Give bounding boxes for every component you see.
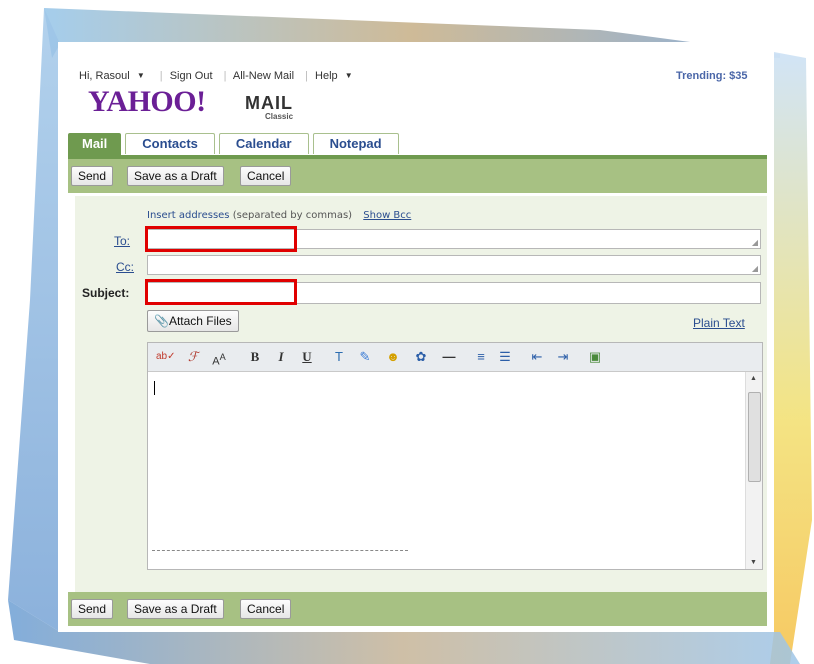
scroll-thumb[interactable]	[748, 392, 761, 482]
italic-icon[interactable]: I	[272, 348, 290, 366]
tab-mail[interactable]: Mail	[68, 133, 122, 156]
insert-image-icon[interactable]: ▣	[586, 348, 604, 366]
signature-separator	[152, 550, 408, 551]
subject-label: Subject:	[82, 286, 130, 300]
hint-separator-text: (separated by commas)	[232, 210, 353, 221]
show-bcc-link[interactable]: Show Bcc	[363, 210, 411, 221]
trending-link[interactable]: Trending: $35	[676, 70, 748, 82]
editor-scrollbar[interactable]: ▲ ▼	[745, 372, 762, 569]
paperclip-icon: 📎	[154, 314, 169, 328]
indent-icon[interactable]: ⇥	[554, 348, 572, 366]
sign-out-link[interactable]: Sign Out	[170, 70, 213, 82]
send-button[interactable]: Send	[71, 599, 114, 619]
bullet-list-icon[interactable]: ☰	[496, 348, 514, 366]
scroll-down-icon[interactable]: ▼	[750, 559, 757, 566]
stationery-icon[interactable]: ✿	[412, 348, 430, 366]
attach-files-button[interactable]: 📎Attach Files	[147, 310, 239, 332]
to-label[interactable]: To:	[114, 234, 130, 248]
cc-field[interactable]: ◢	[147, 255, 761, 275]
compose-toolbar-top: Send Save as a Draft Cancel	[68, 159, 767, 193]
address-hint: Insert addresses (separated by commas) S…	[147, 210, 411, 221]
compose-toolbar-bottom: Send Save as a Draft Cancel	[68, 592, 767, 626]
top-links-bar: Hi, Rasoul ▼ | Sign Out | All-New Mail |…	[79, 70, 361, 82]
editor-toolbar: ab✓ ℱ AA B I U T ✎ ☻ ✿ — ≡ ☰ ⇤ ⇥ ▣	[148, 343, 762, 372]
emoticon-icon[interactable]: ☻	[384, 348, 402, 366]
font-size-icon[interactable]: AA	[210, 348, 228, 368]
message-editor[interactable]: ab✓ ℱ AA B I U T ✎ ☻ ✿ — ≡ ☰ ⇤ ⇥ ▣ ▲ ▼	[147, 342, 763, 570]
subject-highlight-box	[145, 279, 297, 305]
plain-text-link[interactable]: Plain Text	[693, 316, 745, 330]
all-new-mail-link[interactable]: All-New Mail	[233, 70, 294, 82]
save-draft-button[interactable]: Save as a Draft	[127, 166, 224, 186]
greeting-menu[interactable]: Hi, Rasoul ▼	[79, 70, 149, 82]
yahoo-logo[interactable]: YAHOO!	[88, 87, 206, 117]
text-cursor	[154, 381, 155, 395]
resize-grip-icon[interactable]: ◢	[752, 238, 758, 247]
to-highlight-box	[145, 226, 297, 252]
cancel-button[interactable]: Cancel	[240, 166, 292, 186]
tab-calendar[interactable]: Calendar	[218, 133, 309, 154]
cancel-button[interactable]: Cancel	[240, 599, 292, 619]
spellcheck-icon[interactable]: ab✓	[156, 348, 176, 366]
text-color-icon[interactable]: T	[330, 348, 348, 366]
main-tabs: Mail Contacts Calendar Notepad	[68, 133, 403, 156]
cc-label[interactable]: Cc:	[116, 260, 134, 274]
logo-mail-text: MAIL	[245, 93, 293, 113]
underline-icon[interactable]: U	[298, 348, 316, 366]
bold-icon[interactable]: B	[246, 348, 264, 366]
logo-classic-text: Classic	[265, 112, 294, 121]
help-menu[interactable]: Help ▼	[315, 70, 357, 82]
tab-notepad[interactable]: Notepad	[312, 133, 399, 154]
insert-addresses-link[interactable]: Insert addresses	[147, 210, 230, 221]
align-icon[interactable]: ≡	[472, 348, 490, 366]
resize-grip-icon[interactable]: ◢	[752, 264, 758, 273]
highlight-icon[interactable]: ✎	[356, 348, 374, 366]
scroll-up-icon[interactable]: ▲	[750, 375, 757, 382]
font-family-icon[interactable]: ℱ	[184, 348, 202, 366]
send-button[interactable]: Send	[71, 166, 114, 186]
horizontal-rule-icon[interactable]: —	[440, 348, 458, 366]
save-draft-button[interactable]: Save as a Draft	[127, 599, 224, 619]
outdent-icon[interactable]: ⇤	[528, 348, 546, 366]
tab-contacts[interactable]: Contacts	[125, 133, 215, 154]
